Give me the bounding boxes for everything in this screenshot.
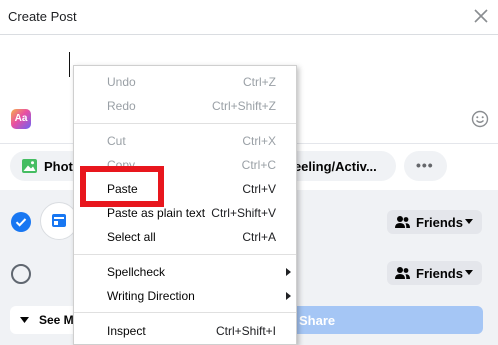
photo-icon: [22, 159, 37, 173]
more-options-button[interactable]: •••: [404, 151, 447, 181]
menu-item-shortcut: Ctrl+Z: [243, 75, 276, 89]
menu-item-inspect[interactable]: Inspect Ctrl+Shift+I: [74, 320, 296, 342]
menu-item-redo[interactable]: Redo Ctrl+Shift+Z: [74, 95, 296, 117]
close-icon[interactable]: [473, 8, 489, 24]
menu-item-select-all[interactable]: Select all Ctrl+A: [74, 226, 296, 248]
radio-selected[interactable]: [11, 212, 31, 232]
share-label: Share: [299, 313, 336, 328]
menu-item-label: Undo: [107, 75, 136, 89]
text-cursor: [69, 52, 70, 77]
menu-item-shortcut: Ctrl+X: [242, 134, 276, 148]
feeling-activity-label: Feeling/Activ...: [286, 159, 377, 174]
submenu-arrow-icon: [286, 268, 291, 276]
more-options-icon: •••: [416, 157, 434, 173]
menu-item-label: Select all: [107, 230, 156, 244]
menu-item-cut[interactable]: Cut Ctrl+X: [74, 130, 296, 152]
checkmark-icon: [15, 218, 27, 227]
menu-item-undo[interactable]: Undo Ctrl+Z: [74, 71, 296, 93]
friends-icon: [395, 267, 410, 279]
menu-item-shortcut: Ctrl+Shift+I: [215, 324, 276, 338]
emoji-icon[interactable]: [471, 110, 489, 128]
privacy-friends-button[interactable]: Friends: [387, 210, 482, 234]
menu-item-label: Spellcheck: [107, 265, 166, 279]
menu-separator: [74, 254, 296, 255]
chevron-down-icon: [465, 270, 473, 275]
menu-separator: [74, 312, 296, 313]
privacy-label: Friends: [416, 215, 463, 230]
menu-item-shortcut: Ctrl+V: [242, 182, 276, 196]
privacy-friends-button[interactable]: Friends: [387, 261, 482, 285]
paste-highlight-box: [80, 166, 164, 207]
menu-item-shortcut: Ctrl+C: [241, 158, 276, 172]
dialog-title: Create Post: [8, 9, 77, 24]
friends-icon: [395, 216, 410, 228]
dialog-header: Create Post: [0, 0, 498, 35]
menu-item-shortcut: Ctrl+Shift+Z: [211, 99, 276, 113]
news-feed-icon: [52, 214, 66, 227]
menu-separator: [74, 123, 296, 124]
menu-item-spellcheck[interactable]: Spellcheck: [74, 261, 296, 283]
radio-unselected[interactable]: [11, 264, 31, 284]
privacy-label: Friends: [416, 266, 463, 281]
menu-item-label: Inspect: [107, 324, 146, 338]
see-more-button[interactable]: See M: [10, 306, 82, 334]
caret-down-icon: [20, 317, 29, 323]
menu-item-label: Paste as plain text: [107, 206, 206, 220]
menu-item-label: Cut: [107, 134, 126, 148]
chevron-down-icon: [465, 219, 473, 224]
menu-item-label: Writing Direction: [107, 289, 195, 303]
menu-item-shortcut: Ctrl+A: [242, 230, 276, 244]
see-more-label: See M: [39, 313, 74, 327]
menu-item-label: Redo: [107, 99, 136, 113]
menu-item-writing-direction[interactable]: Writing Direction: [74, 285, 296, 307]
submenu-arrow-icon: [286, 292, 291, 300]
menu-item-shortcut: Ctrl+Shift+V: [211, 206, 276, 220]
text-format-aa-icon[interactable]: Aa: [11, 109, 31, 129]
